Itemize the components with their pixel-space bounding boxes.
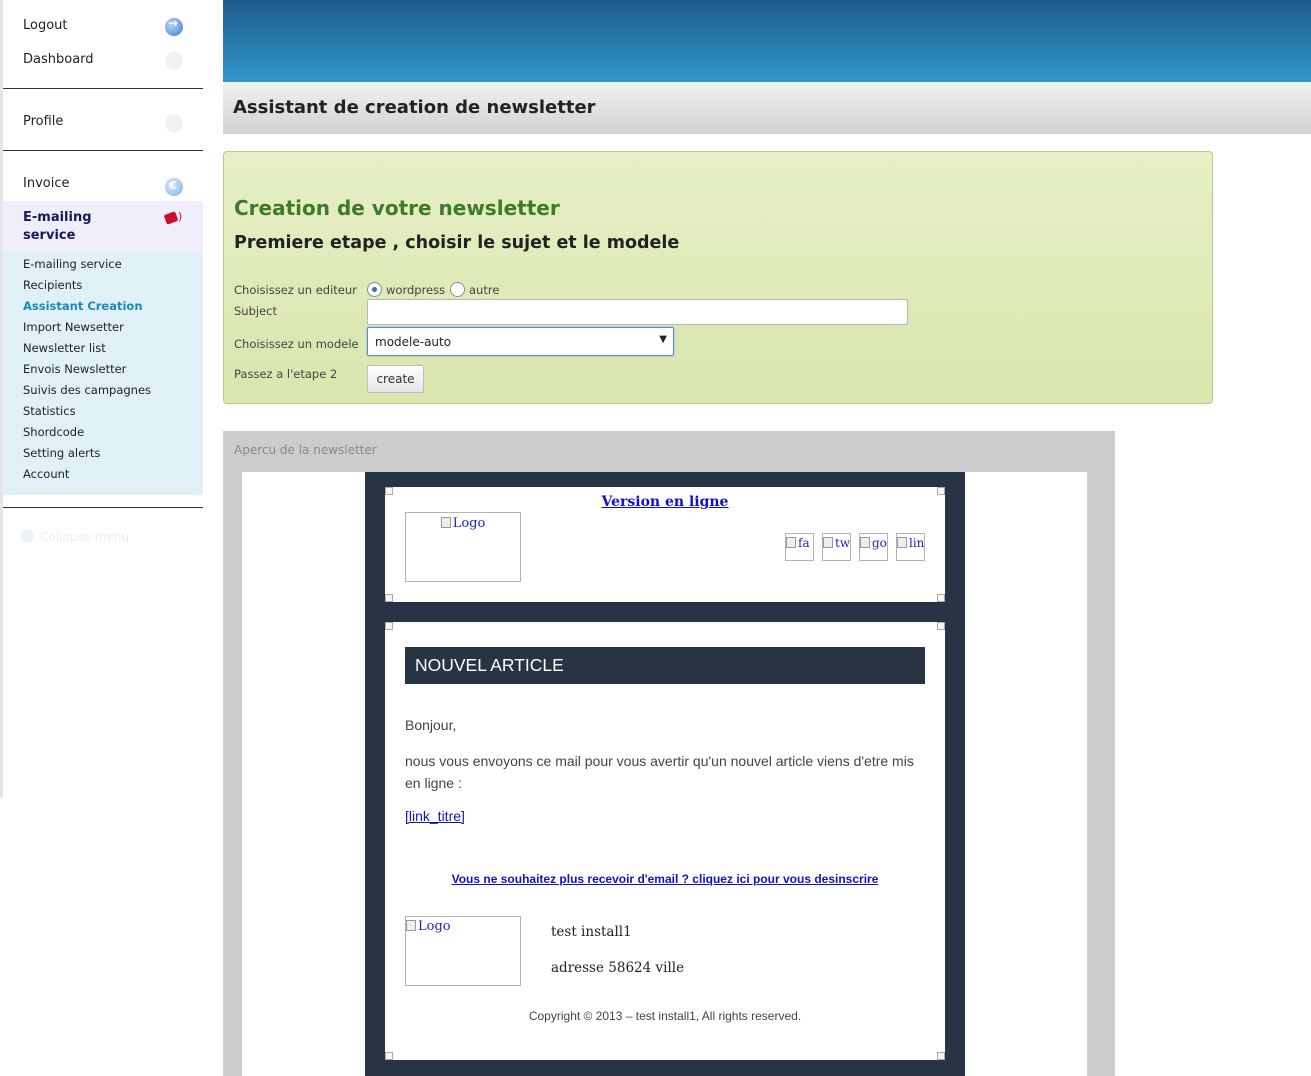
subnav-item-statistics[interactable]: Statistics: [3, 403, 203, 424]
emailing-subnav: E-mailing service Recipients Assistant C…: [3, 256, 203, 487]
company-name: test install1: [551, 924, 632, 940]
broken-image-icon: [897, 537, 907, 548]
twitter-icon[interactable]: tw: [822, 533, 851, 561]
newsletter-frame: Version en ligne Logo fa tw go lin NOUVE…: [365, 472, 965, 1076]
preview-canvas: Version en ligne Logo fa tw go lin NOUVE…: [242, 472, 1087, 1076]
subject-input[interactable]: [367, 299, 908, 325]
article-title: NOUVEL ARTICLE: [415, 655, 564, 675]
page-title: Assistant de creation de newsletter: [233, 97, 596, 118]
wizard-subtitle: Premiere etape , choisir le sujet et le …: [234, 233, 680, 253]
model-select-value: modele-auto: [375, 335, 452, 349]
subnav-item-envois-newsletter[interactable]: Envois Newsletter: [3, 361, 203, 382]
newsletter-header: Version en ligne Logo fa tw go lin: [385, 487, 945, 602]
emailing-label: E-mailing service: [23, 210, 92, 243]
resize-handle[interactable]: [385, 622, 393, 630]
subnav-item-shordcode[interactable]: Shordcode: [3, 424, 203, 445]
collapse-menu-button[interactable]: Collapse menu: [20, 529, 129, 544]
resize-handle[interactable]: [937, 1052, 945, 1060]
facebook-alt: fa: [798, 536, 810, 550]
subnav-item-recipients[interactable]: Recipients: [3, 277, 203, 298]
header-logo-alt: Logo: [452, 516, 486, 531]
article-link[interactable]: [link_titre]: [405, 808, 465, 824]
sidebar: Logout Dashboard Profile Invoice E-maili…: [0, 0, 203, 1076]
copyright-text: Copyright © 2013 – test install1, All ri…: [528, 1009, 802, 1023]
twitter-alt: tw: [835, 536, 851, 550]
megaphone-icon: [163, 210, 185, 226]
newsletter-preview: Apercu de la newsletter Version en ligne…: [223, 431, 1115, 1076]
resize-handle[interactable]: [385, 594, 393, 602]
subnav-item-import-newsletter[interactable]: Import Newsetter: [3, 319, 203, 340]
company-address: adresse 58624 ville: [551, 960, 685, 976]
logout-icon: [165, 16, 183, 36]
editor-option-autre-label[interactable]: autre: [469, 283, 499, 297]
sidebar-divider: [3, 507, 203, 508]
facebook-icon[interactable]: fa: [785, 533, 814, 561]
google-plus-icon[interactable]: go: [859, 533, 888, 561]
resize-handle[interactable]: [937, 594, 945, 602]
google-plus-alt: go: [872, 536, 887, 550]
article-title-banner: NOUVEL ARTICLE: [405, 647, 925, 684]
sidebar-divider: [3, 150, 203, 151]
subnav-item-account[interactable]: Account: [3, 466, 203, 487]
profile-label: Profile: [23, 114, 64, 129]
subnav-item-assistant-creation[interactable]: Assistant Creation: [3, 298, 203, 319]
broken-image-icon: [823, 537, 833, 548]
broken-image-icon: [786, 537, 796, 548]
dashboard-icon: [165, 52, 183, 70]
editor-radio-autre[interactable]: [450, 282, 465, 297]
message-text: nous vous envoyons ce mail pour vous ave…: [405, 753, 914, 791]
subject-label: Subject: [234, 304, 277, 318]
top-banner: [223, 0, 1311, 82]
broken-image-icon: [860, 537, 870, 548]
sidebar-divider: [3, 88, 203, 89]
invoice-label: Invoice: [23, 176, 70, 191]
footer-logo-image: Logo: [405, 916, 521, 986]
linkedin-icon[interactable]: lin: [896, 533, 925, 561]
sidebar-item-logout[interactable]: Logout: [3, 16, 203, 38]
broken-image-icon: [406, 920, 416, 931]
header-logo-image: Logo: [405, 512, 521, 582]
broken-image-icon: [440, 517, 451, 528]
logout-label: Logout: [23, 18, 68, 33]
editor-option-wordpress-label[interactable]: wordpress: [386, 283, 445, 297]
model-label: Choisissez un modele: [234, 337, 359, 351]
footer-logo-alt: Logo: [418, 919, 451, 934]
sidebar-item-profile[interactable]: Profile: [3, 114, 203, 134]
version-en-ligne-link[interactable]: Version en ligne: [385, 494, 945, 510]
wizard-title: Creation de votre newsletter: [234, 196, 560, 220]
emailing-submenu: E-mailing service E-mailing service Reci…: [3, 201, 203, 495]
subnav-item-newsletter-list[interactable]: Newsletter list: [3, 340, 203, 361]
euro-icon: [165, 178, 183, 196]
collapse-menu-label: Collapse menu: [40, 530, 130, 544]
resize-handle[interactable]: [385, 1052, 393, 1060]
sidebar-item-emailing[interactable]: E-mailing service: [3, 201, 203, 253]
resize-handle[interactable]: [937, 622, 945, 630]
page-header: Assistant de creation de newsletter: [223, 82, 1311, 134]
subnav-item-setting-alerts[interactable]: Setting alerts: [3, 445, 203, 466]
chevron-down-icon: ▼: [659, 334, 667, 345]
step-label: Passez a l'etape 2: [234, 367, 338, 381]
newsletter-body: NOUVEL ARTICLE Bonjour, nous vous envoyo…: [385, 622, 945, 1060]
linkedin-alt: lin: [909, 536, 925, 550]
dashboard-label: Dashboard: [23, 52, 94, 67]
unsubscribe-link[interactable]: Vous ne souhaitez plus recevoir d'email …: [385, 872, 945, 886]
subnav-item-suivis-campagnes[interactable]: Suivis des campagnes: [3, 382, 203, 403]
preview-title: Apercu de la newsletter: [234, 443, 377, 457]
model-select[interactable]: modele-auto ▼: [367, 327, 674, 356]
wizard-panel: Creation de votre newsletter Premiere et…: [223, 151, 1213, 404]
subnav-item-emailing-service[interactable]: E-mailing service: [3, 256, 203, 277]
greeting-text: Bonjour,: [405, 717, 457, 733]
sidebar-item-invoice[interactable]: Invoice: [3, 176, 203, 196]
editor-radio-wordpress[interactable]: [367, 282, 382, 297]
user-icon: [165, 114, 183, 132]
sidebar-item-dashboard[interactable]: Dashboard: [3, 52, 203, 72]
editor-label: Choisissez un editeur: [234, 283, 357, 297]
create-button[interactable]: create: [367, 365, 424, 393]
collapse-icon: [20, 529, 34, 543]
